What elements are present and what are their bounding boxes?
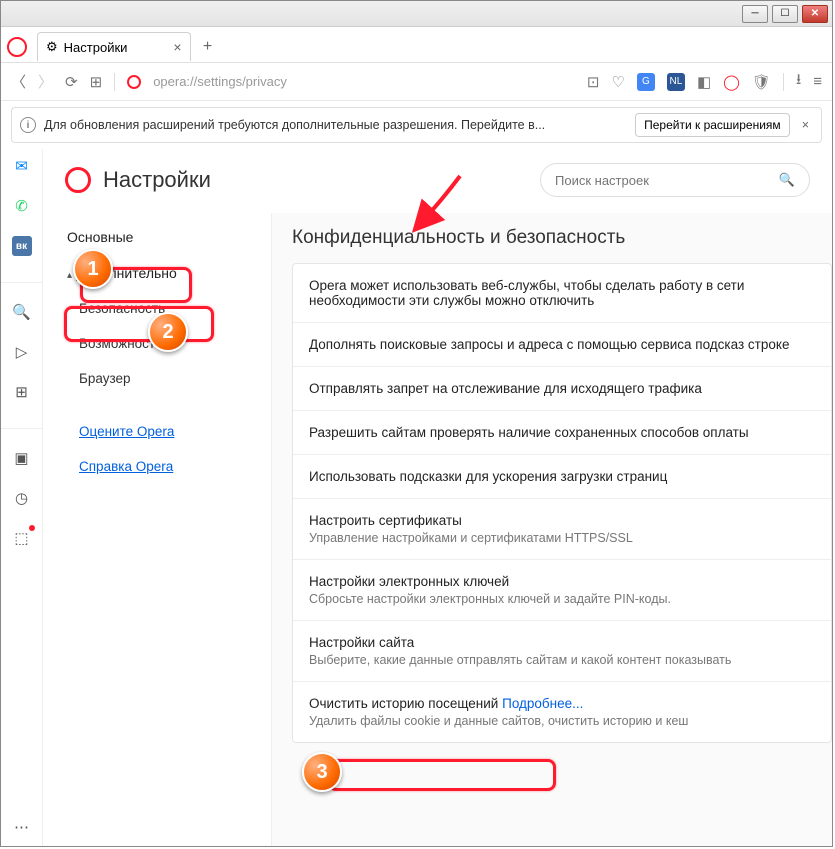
settings-search[interactable]: 🔍	[540, 163, 810, 197]
settings-nav: Основные Дополнительно Безопасность Возм…	[43, 213, 271, 846]
window-close-button[interactable]: ✕	[802, 5, 828, 23]
tab-title: Настройки	[64, 40, 128, 55]
page-title: Настройки	[103, 167, 211, 193]
setting-page-preload[interactable]: Использовать подсказки для ускорения заг…	[293, 455, 831, 499]
personal-news-icon[interactable]: ▷	[11, 341, 33, 363]
speed-dial-rail-icon[interactable]: ⊞	[11, 381, 33, 403]
tab-bar: ⚙ Настройки × +	[1, 27, 832, 63]
extensions-infobar: i Для обновления расширений требуются до…	[11, 107, 822, 143]
setting-certificates[interactable]: Настроить сертификаты Управление настрой…	[293, 499, 831, 560]
setting-site-settings[interactable]: Настройки сайта Выберите, какие данные о…	[293, 621, 831, 682]
bookmark-icon[interactable]: ♡	[611, 73, 624, 91]
window-titlebar: ─ ☐ ✕	[1, 1, 832, 27]
opera-menu-icon[interactable]	[7, 37, 27, 57]
shield-icon[interactable]: 🛡	[752, 73, 771, 91]
sidebar-rail: ✉ ✆ вк 🔍 ▷ ⊞ ▣ ◷ ⬚ ⋯	[1, 149, 43, 846]
nav-forward-icon: 〉	[38, 71, 53, 92]
window-maximize-button[interactable]: ☐	[772, 5, 798, 23]
easy-setup-icon[interactable]: ≡	[813, 73, 822, 90]
new-tab-button[interactable]: +	[197, 36, 219, 58]
setting-clear-browsing-data[interactable]: Очистить историю посещений Подробнее... …	[293, 682, 831, 742]
setting-search-suggestions[interactable]: Дополнять поисковые запросы и адреса с п…	[293, 323, 831, 367]
nav-basic[interactable]: Основные	[57, 219, 257, 255]
speed-dial-icon[interactable]: ⊞	[90, 73, 103, 91]
tab-settings[interactable]: ⚙ Настройки ×	[37, 32, 191, 61]
sidebar-more-icon[interactable]: ⋯	[11, 816, 33, 838]
messenger-icon[interactable]: ✉	[11, 155, 33, 177]
info-icon: i	[20, 117, 36, 133]
nav-features[interactable]: Возможности	[57, 326, 257, 361]
opera-logo-icon	[65, 167, 91, 193]
nav-rate-opera[interactable]: Оцените Opera	[57, 414, 257, 449]
address-bar: 〈 〉 ⟳ ⊞ opera://settings/privacy ⊡ ♡ G N…	[1, 63, 832, 101]
setting-payment-methods[interactable]: Разрешить сайтам проверять наличие сохра…	[293, 411, 831, 455]
nav-browser[interactable]: Браузер	[57, 361, 257, 396]
opera-extension-icon[interactable]: ◯	[723, 73, 740, 91]
gear-icon: ⚙	[46, 39, 58, 55]
setting-web-services[interactable]: Opera может использовать веб-службы, что…	[293, 264, 831, 323]
divider	[114, 73, 115, 91]
url-text[interactable]: opera://settings/privacy	[153, 74, 287, 89]
nl-extension-icon[interactable]: NL	[667, 73, 685, 91]
search-input-icon: 🔍	[779, 172, 795, 188]
reload-icon[interactable]: ⟳	[65, 73, 78, 91]
settings-main-panel: Конфиденциальность и безопасность Opera …	[271, 213, 832, 846]
nav-advanced[interactable]: Дополнительно	[57, 255, 257, 291]
downloads-icon[interactable]: ⭳	[796, 69, 801, 94]
window-minimize-button[interactable]: ─	[742, 5, 768, 23]
bookmarks-rail-icon[interactable]: ▣	[11, 447, 33, 469]
infobar-message: Для обновления расширений требуются допо…	[44, 118, 545, 132]
divider	[783, 73, 784, 91]
nav-help-opera[interactable]: Справка Opera	[57, 449, 257, 484]
goto-extensions-button[interactable]: Перейти к расширениям	[635, 113, 790, 137]
setting-do-not-track[interactable]: Отправлять запрет на отслеживание для ис…	[293, 367, 831, 411]
section-title-privacy: Конфиденциальность и безопасность	[292, 227, 832, 249]
settings-header: Настройки 🔍	[43, 149, 832, 213]
search-icon[interactable]: 🔍	[11, 301, 33, 323]
nav-back-icon[interactable]: 〈	[11, 71, 26, 92]
snapshot-icon[interactable]: ⊡	[587, 73, 600, 91]
privacy-settings-list: Opera может использовать веб-службы, что…	[292, 263, 832, 743]
translate-extension-icon[interactable]: G	[637, 73, 655, 91]
history-icon[interactable]: ◷	[11, 487, 33, 509]
tab-close-icon[interactable]: ×	[173, 39, 181, 55]
learn-more-link[interactable]: Подробнее...	[502, 696, 583, 711]
infobar-dismiss-icon[interactable]: ×	[798, 118, 813, 132]
opera-url-icon	[127, 75, 141, 89]
settings-search-input[interactable]	[555, 173, 771, 188]
extension-icon[interactable]: ◧	[697, 73, 711, 91]
whatsapp-icon[interactable]: ✆	[11, 195, 33, 217]
extensions-rail-icon[interactable]: ⬚	[11, 527, 33, 549]
vk-icon[interactable]: вк	[11, 235, 33, 257]
nav-security[interactable]: Безопасность	[57, 291, 257, 326]
setting-security-keys[interactable]: Настройки электронных ключей Сбросьте на…	[293, 560, 831, 621]
